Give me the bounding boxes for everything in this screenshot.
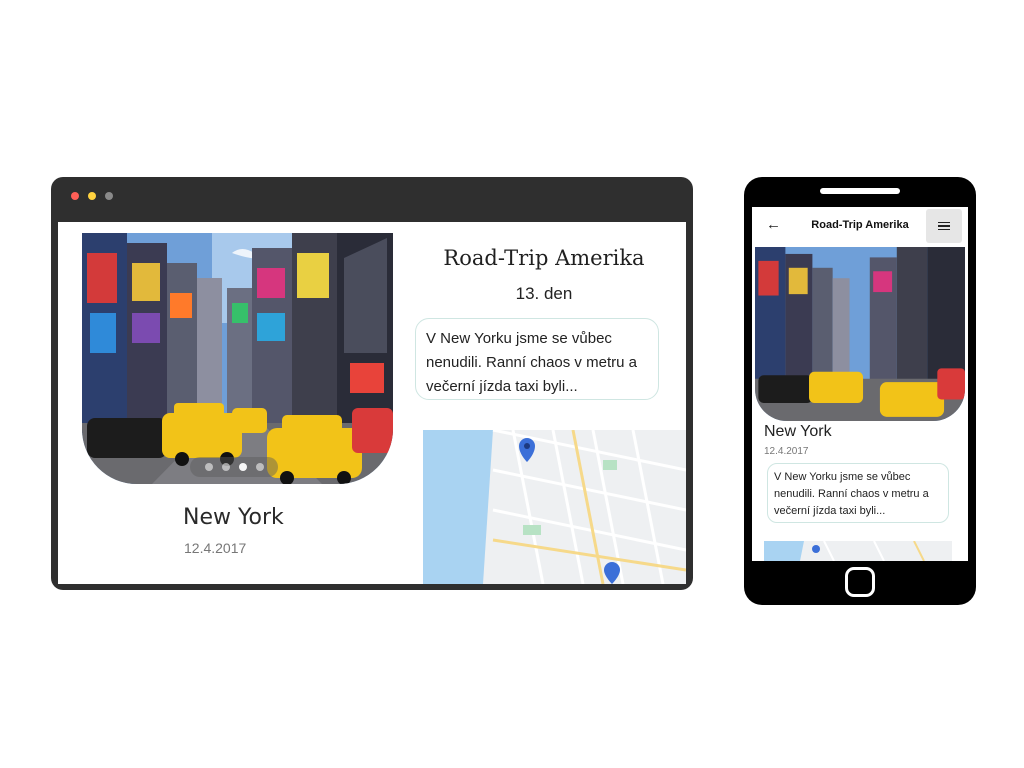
mobile-entry-date: 12.4.2017 xyxy=(764,446,809,457)
carousel-dot[interactable] xyxy=(221,463,230,471)
mobile-header: ← Road-Trip Amerika xyxy=(752,207,968,245)
trip-day: 13. den xyxy=(515,284,573,303)
phone-mockup: ← Road-Trip Amerika New York 12.4.2017 V… xyxy=(744,177,976,605)
mobile-city-photo[interactable] xyxy=(755,247,965,421)
close-dot[interactable] xyxy=(71,192,79,200)
hamburger-menu-button[interactable] xyxy=(926,209,962,243)
minimize-dot[interactable] xyxy=(88,192,96,200)
carousel-dot[interactable] xyxy=(204,463,213,471)
mobile-entry-description: V New Yorku jsme se vůbec nenudili. Rann… xyxy=(767,463,949,523)
entry-date: 12.4.2017 xyxy=(184,540,247,556)
mobile-map-view[interactable] xyxy=(764,541,952,561)
city-photo[interactable] xyxy=(82,233,393,484)
home-button[interactable] xyxy=(845,567,875,597)
map-image xyxy=(423,430,686,584)
hamburger-icon xyxy=(938,220,950,233)
city-title: New York xyxy=(183,505,284,530)
phone-screen: ← Road-Trip Amerika New York 12.4.2017 V… xyxy=(752,207,968,561)
browser-mockup: New York 12.4.2017 Road-Trip Amerika 13.… xyxy=(51,177,693,590)
times-square-image xyxy=(755,247,965,421)
map-view[interactable] xyxy=(423,430,686,584)
phone-speaker xyxy=(820,188,900,194)
entry-description: V New Yorku jsme se vůbec nenudili. Rann… xyxy=(415,318,659,400)
browser-viewport: New York 12.4.2017 Road-Trip Amerika 13.… xyxy=(58,222,686,584)
maximize-dot[interactable] xyxy=(105,192,113,200)
window-controls xyxy=(71,192,113,200)
times-square-image xyxy=(82,233,393,484)
carousel-dot[interactable] xyxy=(255,463,264,471)
mobile-city-title: New York xyxy=(764,423,832,440)
carousel-dot-active[interactable] xyxy=(238,463,247,471)
mobile-title: Road-Trip Amerika xyxy=(811,219,909,231)
carousel-indicator xyxy=(190,457,278,477)
map-image xyxy=(764,541,952,561)
back-arrow-icon[interactable]: ← xyxy=(766,216,781,233)
trip-title: Road-Trip Amerika xyxy=(443,246,645,270)
